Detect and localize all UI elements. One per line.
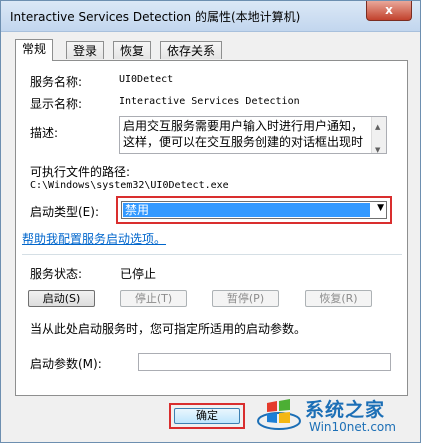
description-scrollbar[interactable]: ▲ ▼ xyxy=(371,117,386,153)
exe-path-label: 可执行文件的路径: xyxy=(30,165,131,179)
tab-logon[interactable]: 登录 xyxy=(66,41,105,59)
watermark-title: 系统之家 xyxy=(305,399,386,421)
watermark: 系统之家 Win10net.com xyxy=(257,393,419,439)
tab-recovery[interactable]: 恢复 xyxy=(113,41,152,59)
service-status-value: 已停止 xyxy=(120,267,157,281)
windows-logo-icon xyxy=(257,399,301,430)
scroll-down-icon[interactable]: ▼ xyxy=(375,142,380,153)
description-text: 启用交互服务需要用户输入时进行用户通知，这样，便可以在交互服务创建的对话框出现时 xyxy=(123,119,364,149)
service-name-label: 服务名称: xyxy=(30,75,83,89)
startup-type-select[interactable]: 禁用 ▼ xyxy=(121,201,387,219)
description-label: 描述: xyxy=(30,126,59,140)
pause-button[interactable]: 暂停(P) xyxy=(212,290,279,307)
dropdown-arrow-icon[interactable]: ▼ xyxy=(377,203,384,213)
watermark-url: Win10net.com xyxy=(309,420,396,434)
separator xyxy=(22,254,402,255)
tab-dependencies[interactable]: 依存关系 xyxy=(160,41,223,59)
startup-type-label: 启动类型(E): xyxy=(30,205,99,219)
description-box[interactable]: 启用交互服务需要用户输入时进行用户通知，这样，便可以在交互服务创建的对话框出现时… xyxy=(119,116,387,154)
close-button[interactable]: x xyxy=(366,1,412,21)
tab-general[interactable]: 常规 xyxy=(15,39,54,61)
service-name-value: UI0Detect xyxy=(119,74,174,85)
scroll-up-icon[interactable]: ▲ xyxy=(375,119,380,135)
startup-type-highlight: 禁用 ▼ xyxy=(116,196,392,224)
display-name-label: 显示名称: xyxy=(30,97,83,111)
help-configure-link[interactable]: 帮助我配置服务启动选项。 xyxy=(22,230,166,247)
resume-button[interactable]: 恢复(R) xyxy=(305,290,372,307)
ok-button[interactable]: 确定 xyxy=(174,408,240,424)
start-button[interactable]: 启动(S) xyxy=(28,290,95,307)
close-icon: x xyxy=(385,3,393,17)
exe-path-value: C:\Windows\system32\UI0Detect.exe xyxy=(30,180,229,191)
ok-button-highlight: 确定 xyxy=(169,403,245,429)
service-status-label: 服务状态: xyxy=(30,267,83,281)
startup-type-value: 禁用 xyxy=(123,203,370,217)
stop-button[interactable]: 停止(T) xyxy=(120,290,187,307)
properties-dialog: Interactive Services Detection 的属性(本地计算机… xyxy=(0,0,421,443)
general-panel: 服务名称: UI0Detect 显示名称: Interactive Servic… xyxy=(15,60,408,396)
start-params-input[interactable] xyxy=(138,353,391,371)
start-params-label: 启动参数(M): xyxy=(30,357,102,371)
display-name-value: Interactive Services Detection xyxy=(119,96,300,107)
start-params-hint: 当从此处启动服务时，您可指定所适用的启动参数。 xyxy=(30,322,307,336)
window-title: Interactive Services Detection 的属性(本地计算机… xyxy=(10,10,301,24)
title-bar[interactable]: Interactive Services Detection 的属性(本地计算机… xyxy=(1,1,420,32)
